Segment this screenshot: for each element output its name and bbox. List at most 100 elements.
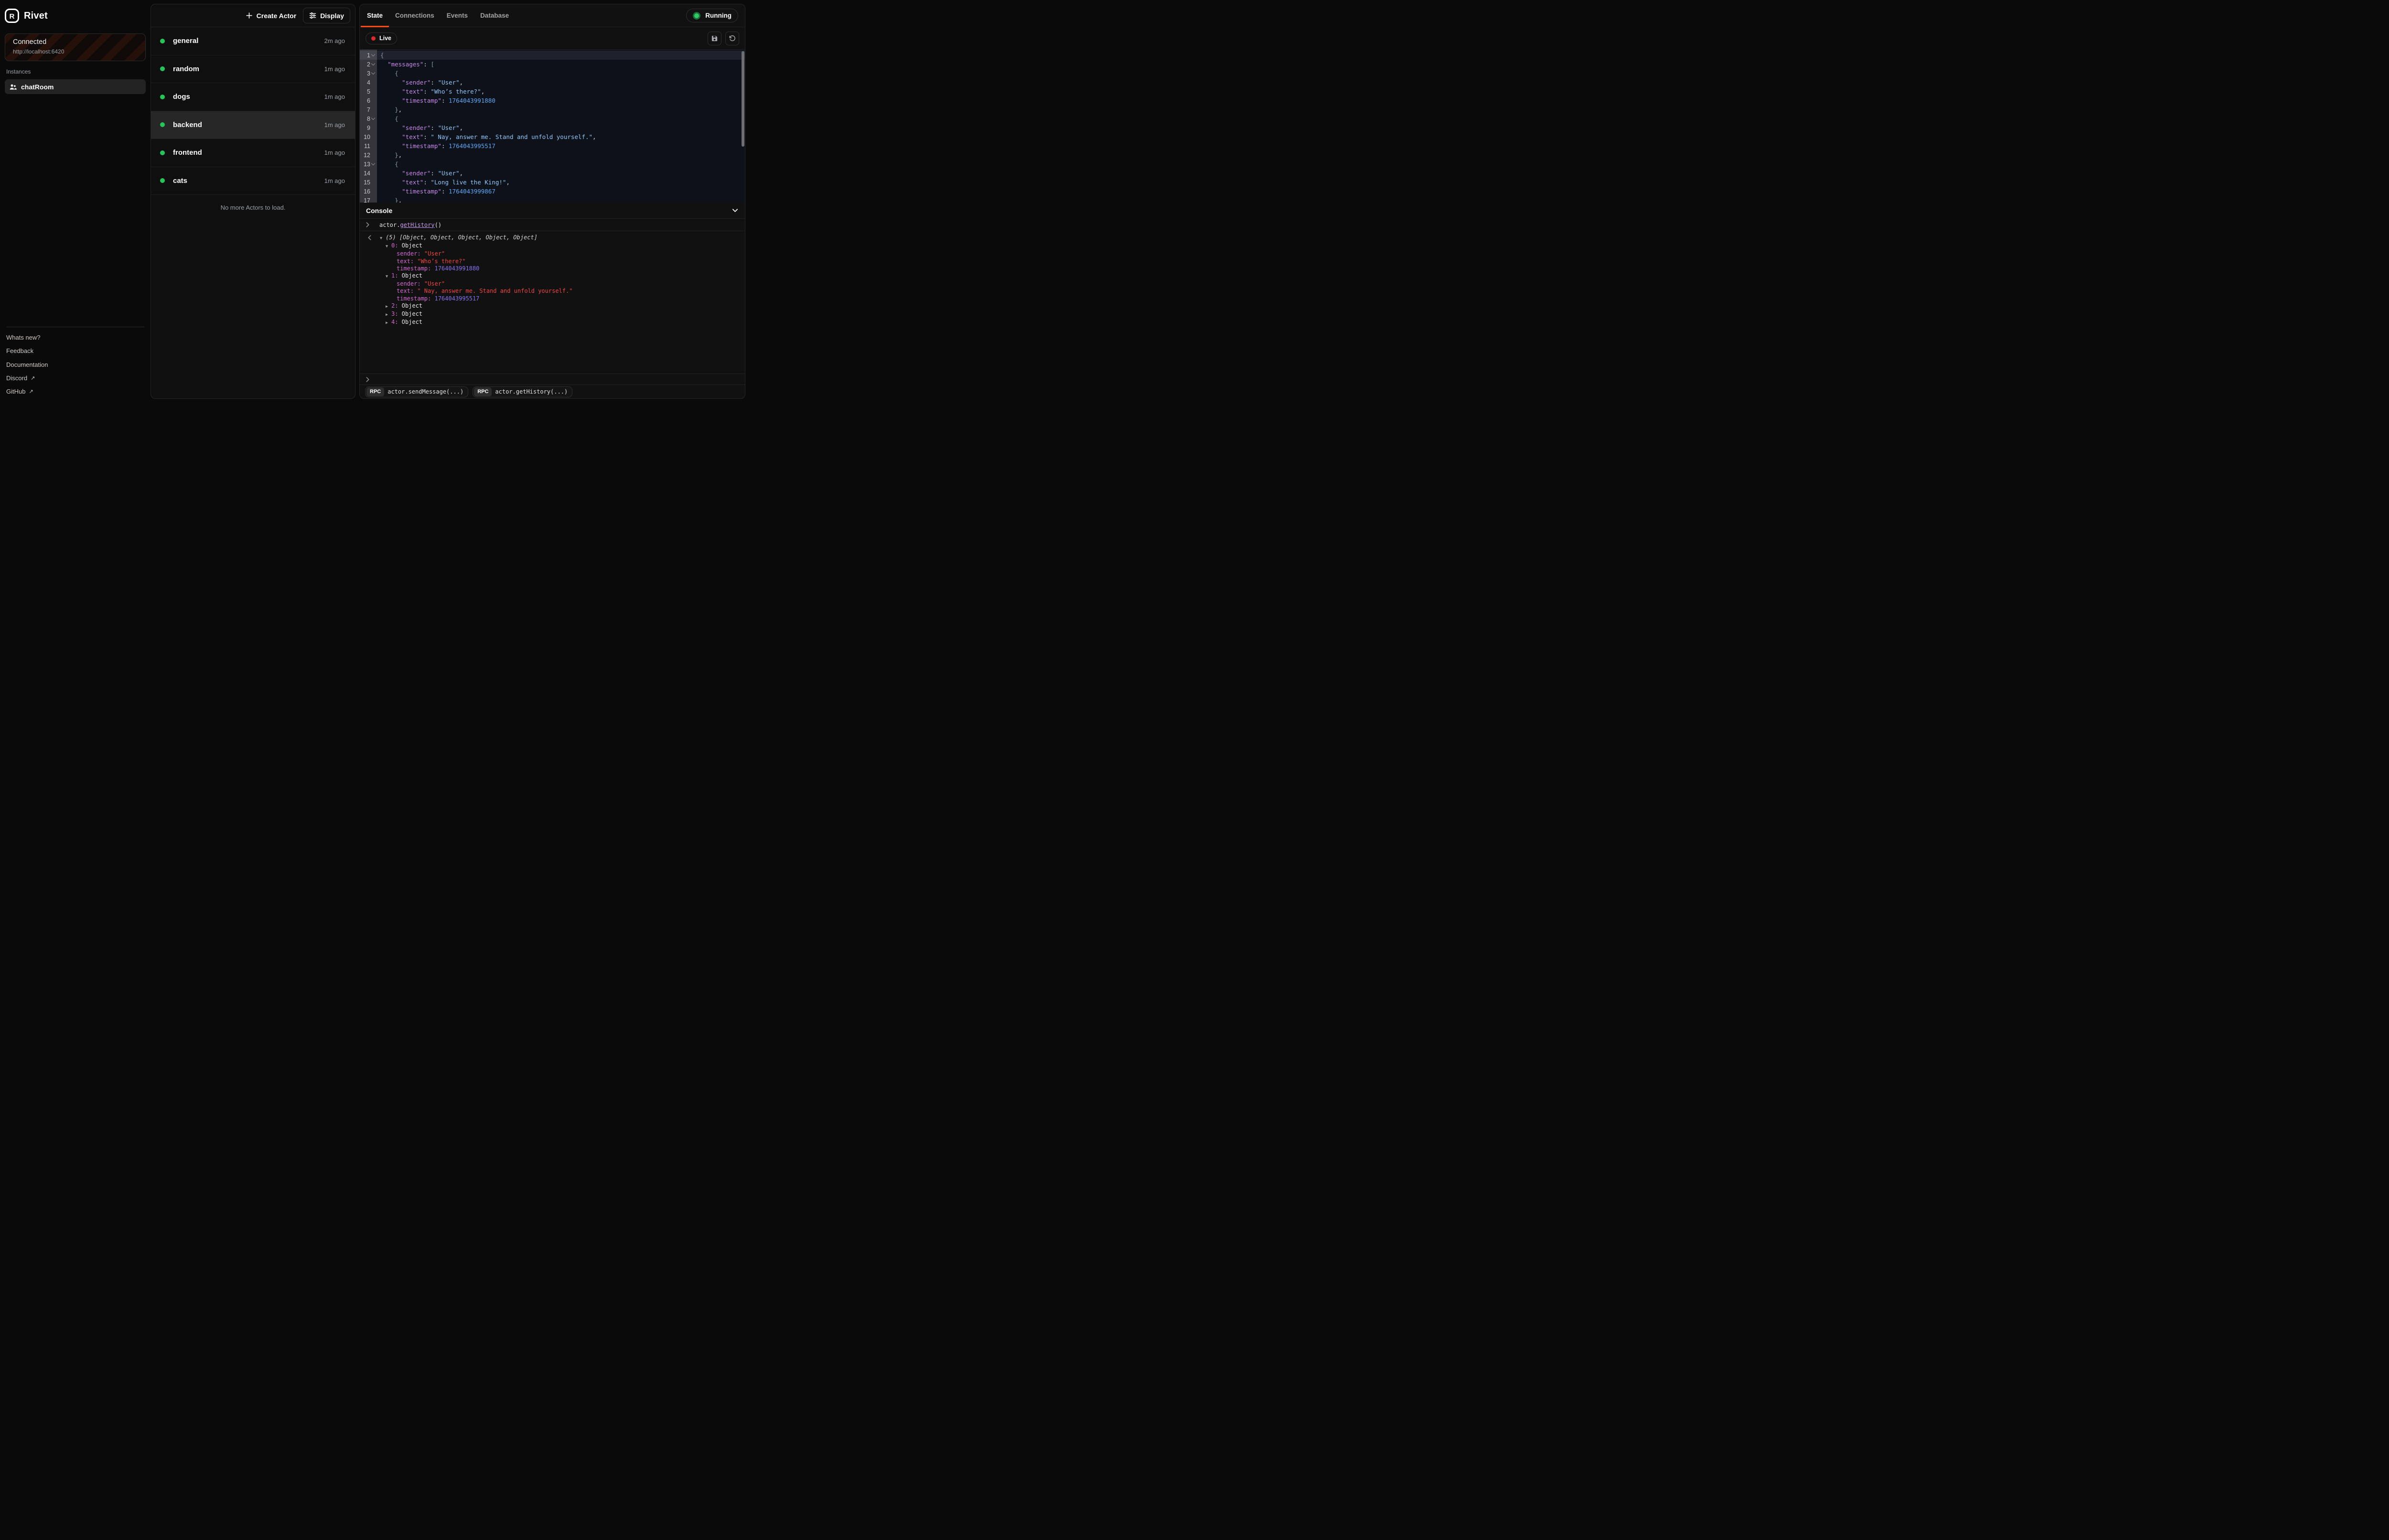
- fold-chevron-icon[interactable]: [371, 62, 376, 66]
- editor-gutter: 16: [360, 187, 377, 196]
- rpc-button-actor-sendmessage[interactable]: RPCactor.sendMessage(...): [365, 386, 468, 397]
- tab-database[interactable]: Database: [474, 4, 515, 27]
- editor-line[interactable]: 17 },: [360, 196, 745, 203]
- line-number: 12: [362, 152, 370, 159]
- editor-line[interactable]: 11 "timestamp": 1764043995517: [360, 141, 745, 150]
- sidebar-link-feedback[interactable]: Feedback: [6, 344, 145, 357]
- console-tree-row[interactable]: ▶2: Object: [360, 302, 745, 310]
- token-k: "timestamp": [402, 97, 441, 104]
- token-k: "text": [402, 133, 423, 140]
- create-actor-label: Create Actor: [257, 12, 297, 20]
- live-badge[interactable]: Live: [366, 32, 397, 44]
- editor-gutter: 6: [360, 96, 377, 105]
- console-tree-row[interactable]: timestamp: 1764043995517: [360, 295, 745, 302]
- triangle-down-icon[interactable]: ▼: [386, 273, 391, 280]
- triangle-right-icon[interactable]: ▶: [386, 303, 391, 310]
- token-w: [380, 160, 395, 168]
- console-prompt-row[interactable]: [360, 374, 745, 385]
- editor-line[interactable]: 15 "text": "Long live the King!",: [360, 178, 745, 187]
- token-c: ,: [506, 179, 510, 186]
- editor-gutter: 10: [360, 132, 377, 141]
- actor-row-frontend[interactable]: frontend1m ago: [151, 139, 355, 167]
- editor-line[interactable]: 16 "timestamp": 1764043999867: [360, 187, 745, 196]
- revert-state-button[interactable]: [725, 32, 739, 45]
- token-c: ,: [460, 170, 463, 177]
- token-c: :: [423, 88, 430, 95]
- editor-line[interactable]: 14 "sender": "User",: [360, 169, 745, 178]
- token-w: [380, 70, 395, 77]
- editor-line[interactable]: 2 "messages": [: [360, 60, 745, 69]
- editor-line[interactable]: 12 },: [360, 150, 745, 160]
- actor-row-cats[interactable]: cats1m ago: [151, 167, 355, 195]
- rpc-badge: RPC: [366, 387, 384, 396]
- editor-line[interactable]: 1{: [360, 51, 745, 60]
- sidebar-link-documentation[interactable]: Documentation: [6, 358, 145, 371]
- svg-text:R: R: [10, 12, 15, 21]
- tab-connections[interactable]: Connections: [389, 4, 441, 27]
- console-collapse-button[interactable]: [732, 207, 739, 214]
- display-button[interactable]: Display: [303, 8, 350, 23]
- editor-gutter: 11: [360, 141, 377, 150]
- rpc-button-actor-gethistory[interactable]: RPCactor.getHistory(...): [473, 386, 572, 397]
- token-c: :: [430, 79, 438, 86]
- editor-gutter: 1: [360, 51, 377, 60]
- code-line: "text": "Who’s there?",: [377, 87, 745, 96]
- console-tree-row[interactable]: sender: "User": [360, 280, 745, 288]
- triangle-right-icon[interactable]: ▶: [386, 320, 391, 327]
- fold-chevron-icon[interactable]: [371, 53, 376, 57]
- rpc-method-label: actor.getHistory(...): [495, 388, 568, 395]
- console-tree-row[interactable]: ▼1: Object: [360, 272, 745, 280]
- code-line: "sender": "User",: [377, 123, 745, 132]
- editor-line[interactable]: 9 "sender": "User",: [360, 123, 745, 132]
- actor-row-general[interactable]: general2m ago: [151, 27, 355, 55]
- sidebar-link-discord[interactable]: Discord↗: [6, 371, 145, 385]
- triangle-down-icon[interactable]: ▼: [380, 235, 386, 242]
- editor-line[interactable]: 10 "text": " Nay, answer me. Stand and u…: [360, 132, 745, 141]
- token-s: "Who’s there?": [430, 88, 481, 95]
- tab-state[interactable]: State: [361, 4, 389, 27]
- console-tree-row[interactable]: text: "Who’s there?": [360, 258, 745, 265]
- editor-line[interactable]: 3 {: [360, 69, 745, 78]
- editor-line[interactable]: 4 "sender": "User",: [360, 78, 745, 87]
- editor-gutter: 8: [360, 114, 377, 123]
- line-number: 9: [362, 125, 370, 131]
- state-json-editor[interactable]: 1{2 "messages": [3 {4 "sender": "User",5…: [360, 50, 745, 203]
- fold-chevron-icon[interactable]: [371, 117, 376, 121]
- token-n: 1764043995517: [449, 142, 495, 150]
- editor-line[interactable]: 8 {: [360, 114, 745, 123]
- console-tree-row[interactable]: text: " Nay, answer me. Stand and unfold…: [360, 288, 745, 295]
- sliders-icon: [309, 12, 316, 19]
- create-actor-button[interactable]: Create Actor: [241, 9, 301, 22]
- editor-gutter: 15: [360, 178, 377, 187]
- fold-spacer: [371, 80, 376, 85]
- actor-row-backend[interactable]: backend1m ago: [151, 111, 355, 139]
- editor-scrollbar[interactable]: [742, 51, 744, 147]
- editor-line[interactable]: 5 "text": "Who’s there?",: [360, 87, 745, 96]
- console-tree-row[interactable]: ▼0: Object: [360, 242, 745, 250]
- tab-events[interactable]: Events: [441, 4, 474, 27]
- save-state-button[interactable]: [708, 32, 721, 45]
- line-number: 4: [362, 79, 370, 86]
- token-obj: Object: [398, 310, 422, 317]
- token-w: [380, 88, 402, 95]
- sidebar-item-chatroom[interactable]: chatRoom: [5, 79, 146, 94]
- console-tree-row[interactable]: sender: "User": [360, 250, 745, 257]
- actor-name: general: [173, 37, 198, 45]
- editor-line[interactable]: 13 {: [360, 160, 745, 169]
- sidebar-link-whats-new[interactable]: Whats new?: [6, 331, 145, 344]
- editor-gutter: 9: [360, 123, 377, 132]
- editor-line[interactable]: 7 },: [360, 105, 745, 114]
- fold-chevron-icon[interactable]: [371, 71, 376, 75]
- code-line: {: [377, 69, 745, 78]
- code-line: "text": "Long live the King!",: [377, 178, 745, 187]
- editor-line[interactable]: 6 "timestamp": 1764043991880: [360, 96, 745, 105]
- console-tree-row[interactable]: ▶3: Object: [360, 310, 745, 319]
- actor-row-dogs[interactable]: dogs1m ago: [151, 83, 355, 111]
- console-tree-row[interactable]: ▶4: Object: [360, 319, 745, 327]
- fold-chevron-icon[interactable]: [371, 162, 376, 166]
- actor-row-random[interactable]: random1m ago: [151, 55, 355, 84]
- sidebar-link-github[interactable]: GitHub↗: [6, 385, 145, 398]
- triangle-right-icon[interactable]: ▶: [386, 311, 391, 319]
- console-tree-row[interactable]: timestamp: 1764043991880: [360, 265, 745, 272]
- triangle-down-icon[interactable]: ▼: [386, 243, 391, 250]
